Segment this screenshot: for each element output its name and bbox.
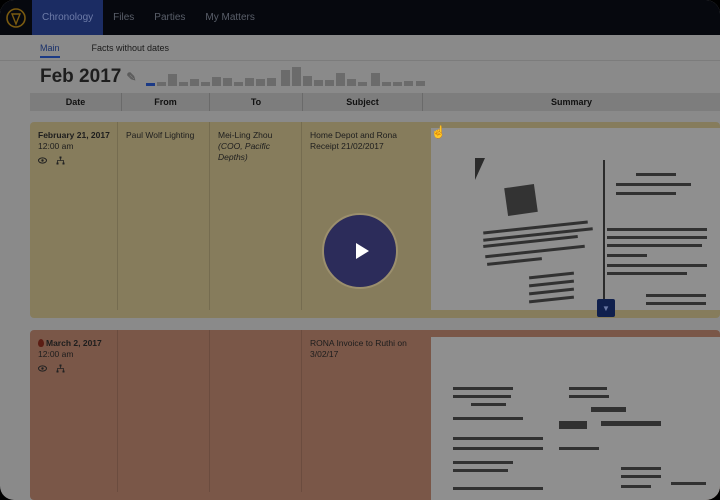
eye-icon[interactable] (38, 364, 47, 373)
timeline-bar[interactable] (347, 79, 356, 86)
column-from[interactable]: From (122, 93, 210, 111)
column-subject[interactable]: Subject (303, 93, 423, 111)
timeline-bar[interactable] (292, 67, 301, 86)
timeline-bar[interactable] (223, 78, 232, 86)
timeline-bar[interactable] (267, 78, 276, 86)
timeline-bar[interactable] (212, 77, 221, 86)
timeline-bar[interactable] (371, 73, 380, 86)
hierarchy-icon[interactable] (56, 364, 65, 373)
sub-tabs: Main Facts without dates (0, 35, 720, 61)
timeline-bar[interactable] (314, 80, 323, 86)
tab-chronology[interactable]: Chronology (32, 0, 104, 35)
timeline-bar[interactable] (256, 79, 265, 86)
date-cell: February 21, 2017 12:00 am (30, 122, 118, 310)
row-subject: Home Depot and Rona Receipt 21/02/2017 (310, 130, 397, 151)
pencil-icon[interactable]: ✎ (126, 70, 136, 84)
shield-logo-icon[interactable] (0, 0, 32, 35)
timeline-bar[interactable] (393, 82, 402, 86)
date-cell: March 2, 2017 12:00 am (30, 330, 118, 492)
timeline-bar[interactable] (201, 82, 210, 86)
row-subject: RONA Invoice to Ruthi on 3/02/17 (310, 338, 407, 359)
timeline-bar[interactable] (303, 76, 312, 86)
from-cell: Paul Wolf Lighting (118, 122, 210, 310)
timeline-bar[interactable] (146, 83, 155, 86)
tab-files[interactable]: Files (103, 0, 144, 35)
tab-parties[interactable]: Parties (144, 0, 195, 35)
subtab-main[interactable]: Main (30, 37, 70, 59)
timeline-bar[interactable] (325, 80, 334, 86)
to-cell (210, 330, 302, 492)
to-cell: Mei-Ling Zhou (COO, Pacific Depths) (210, 122, 302, 310)
flag-icon (38, 339, 44, 347)
row-date: March 2, 2017 (46, 338, 102, 348)
timeline-bar[interactable] (190, 79, 199, 86)
row-time: 12:00 am (38, 349, 74, 359)
timeline-bar[interactable] (358, 82, 367, 86)
timeline-bar[interactable] (168, 74, 177, 86)
column-to[interactable]: To (210, 93, 303, 111)
chevron-down-icon[interactable]: ▼ (597, 299, 615, 317)
row-to-role: (COO, Pacific Depths) (218, 141, 270, 162)
subject-cell: RONA Invoice to Ruthi on 3/02/17 (302, 330, 422, 492)
timeline-bar[interactable] (179, 82, 188, 86)
month-label: Feb 2017 (40, 66, 122, 87)
timeline-bar[interactable] (234, 82, 243, 86)
invoice-image[interactable] (431, 337, 720, 500)
hand-cursor-icon: ☝ (431, 125, 446, 139)
month-header: Feb 2017 ✎ (40, 66, 136, 88)
timeline-bar[interactable] (416, 81, 425, 86)
timeline-bar[interactable] (404, 81, 413, 86)
column-date[interactable]: Date (30, 93, 122, 111)
column-summary[interactable]: Summary (423, 93, 720, 111)
timeline-bar[interactable] (245, 78, 254, 86)
tab-my-matters[interactable]: My Matters (195, 0, 264, 35)
row-to-name: Mei-Ling Zhou (218, 130, 273, 140)
hierarchy-icon[interactable] (56, 156, 65, 165)
app-window: Chronology Files Parties My Matters Main… (0, 0, 720, 500)
timeline-bar[interactable] (157, 82, 166, 86)
timeline-bar[interactable] (382, 82, 391, 86)
row-time: 12:00 am (38, 141, 74, 151)
play-icon[interactable] (322, 213, 398, 289)
subtab-facts-without-dates[interactable]: Facts without dates (82, 37, 180, 59)
row-date: February 21, 2017 (38, 130, 110, 140)
eye-icon[interactable] (38, 156, 47, 165)
receipt-image[interactable] (431, 128, 720, 310)
row-from: Paul Wolf Lighting (126, 130, 195, 140)
top-nav: Chronology Files Parties My Matters (0, 0, 720, 35)
timeline-bar[interactable] (281, 70, 290, 86)
timeline-bar[interactable] (336, 73, 345, 86)
from-cell (118, 330, 210, 492)
column-headers: Date From To Subject Summary (30, 93, 720, 111)
timeline-histogram[interactable] (146, 64, 436, 86)
